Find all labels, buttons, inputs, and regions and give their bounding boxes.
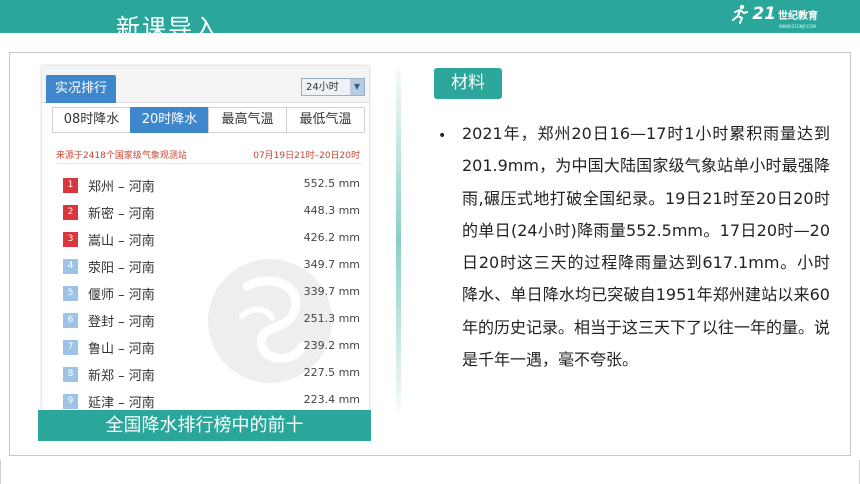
- rank-badge: 4: [63, 259, 78, 274]
- rank-badge: 2: [63, 205, 78, 220]
- logo-text: 世纪教育: [778, 10, 818, 22]
- precip-value: 552.5 mm: [303, 177, 360, 190]
- ranking-list: 1 郑州 – 河南 552.5 mm 2 新密 – 河南 448.3 mm 3 …: [60, 174, 364, 411]
- subtab-bar: 08时降水 20时降水 最高气温 最低气温: [52, 107, 365, 133]
- list-item[interactable]: 4 荥阳 – 河南 349.7 mm: [60, 255, 364, 282]
- rank-badge: 8: [63, 367, 78, 382]
- precip-value: 339.7 mm: [303, 285, 360, 298]
- material-label: 材料: [434, 68, 502, 99]
- column-divider: [396, 70, 401, 410]
- list-item[interactable]: 5 偃师 – 河南 339.7 mm: [60, 282, 364, 309]
- screenshot-caption: 全国降水排行榜中的前十: [38, 410, 371, 441]
- list-item[interactable]: 2 新密 – 河南 448.3 mm: [60, 201, 364, 228]
- precip-value: 426.2 mm: [303, 231, 360, 244]
- period-select-value: 24小时: [306, 82, 339, 93]
- list-item[interactable]: 3 嵩山 – 河南 426.2 mm: [60, 228, 364, 255]
- rank-badge: 5: [63, 286, 78, 301]
- bottom-left-edge: [0, 460, 1, 484]
- tab-20-precip[interactable]: 20时降水: [130, 107, 209, 133]
- rank-badge: 7: [63, 340, 78, 355]
- list-item[interactable]: 7 鲁山 – 河南 239.2 mm: [60, 336, 364, 363]
- rank-badge: 1: [63, 178, 78, 193]
- precip-value: 349.7 mm: [303, 258, 360, 271]
- precip-value: 227.5 mm: [303, 366, 360, 379]
- ranking-screenshot: 实况排行 24小时 ▼ 08时降水 20时降水 最高气温 最低气温 来源于241…: [42, 66, 369, 411]
- list-item[interactable]: 8 新郑 – 河南 227.5 mm: [60, 363, 364, 390]
- tab-min-temp[interactable]: 最低气温: [286, 107, 365, 133]
- precip-value: 223.4 mm: [303, 393, 360, 406]
- station-name: 郑州 – 河南: [88, 180, 155, 195]
- bullet-icon: •: [438, 128, 447, 144]
- runner-icon: [732, 4, 749, 24]
- station-name: 延津 – 河南: [88, 396, 155, 411]
- rank-badge: 6: [63, 313, 78, 328]
- header-bar: 新课导入 21 世纪教育 WWW.21CNJY.COM: [0, 0, 860, 33]
- page-title: 新课导入: [116, 14, 220, 33]
- station-name: 新密 – 河南: [88, 207, 155, 222]
- station-name: 嵩山 – 河南: [88, 234, 155, 249]
- station-name: 鲁山 – 河南: [88, 342, 155, 357]
- precip-value: 251.3 mm: [303, 312, 360, 325]
- date-range: 07月19日21时–20日20时: [253, 151, 360, 161]
- rank-badge: 3: [63, 232, 78, 247]
- list-item[interactable]: 9 延津 – 河南 223.4 mm: [60, 390, 364, 411]
- list-item[interactable]: 6 登封 – 河南 251.3 mm: [60, 309, 364, 336]
- tab-live-ranking[interactable]: 实况排行: [46, 75, 116, 103]
- list-item[interactable]: 1 郑州 – 河南 552.5 mm: [60, 174, 364, 201]
- period-select[interactable]: 24小时 ▼: [301, 78, 365, 96]
- station-name: 新郑 – 河南: [88, 369, 155, 384]
- precip-value: 448.3 mm: [303, 204, 360, 217]
- chevron-down-icon: ▼: [350, 79, 364, 95]
- logo-url: WWW.21CNJY.COM: [778, 24, 816, 29]
- divider: [56, 163, 362, 164]
- station-name: 登封 – 河南: [88, 315, 155, 330]
- tab-max-temp[interactable]: 最高气温: [208, 107, 287, 133]
- station-name: 荥阳 – 河南: [88, 261, 155, 276]
- logo: 21 世纪教育: [730, 4, 818, 24]
- logo-number: 21: [752, 4, 776, 24]
- rank-badge: 9: [63, 394, 78, 409]
- tab-08-precip[interactable]: 08时降水: [52, 107, 131, 133]
- precip-value: 239.2 mm: [303, 339, 360, 352]
- material-text: 2021年，郑州20日16—17时1小时累积雨量达到201.9mm，为中国大陆国…: [462, 124, 831, 370]
- ranking-header: 实况排行 24小时 ▼: [42, 66, 369, 103]
- source-note: 来源于2418个国家级气象观测站: [56, 151, 187, 161]
- station-name: 偃师 – 河南: [88, 288, 155, 303]
